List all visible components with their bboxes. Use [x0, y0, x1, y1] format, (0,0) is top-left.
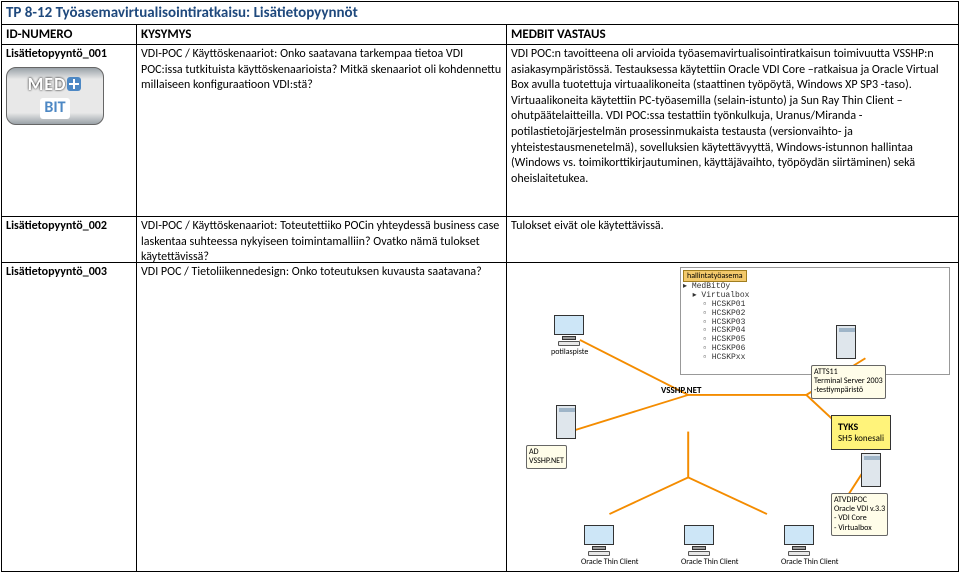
- vsshpnet-label: VSSHP.NET: [661, 385, 701, 397]
- client-label: Oracle Thin Client: [581, 557, 617, 567]
- medbit-logo: MED BIT: [6, 67, 104, 125]
- net-area: potilaspiste AD VSSHP.NET ATTS11 Termina…: [511, 285, 954, 569]
- pc-icon: Oracle Thin Client: [781, 525, 817, 567]
- document-page: TP 8-12 Työasemavirtualisointiratkaisu: …: [1, 1, 959, 572]
- tyks-sub: SH5 konesali: [838, 433, 884, 445]
- header-id: ID-NUMERO: [2, 25, 137, 44]
- header-question: KYSYMYS: [137, 25, 507, 44]
- server-icon: [551, 405, 581, 439]
- client-label: Oracle Thin Client: [781, 557, 817, 567]
- cell-answer: VDI POC:n tavoitteena oli arvioida työas…: [507, 45, 958, 216]
- vdipoc-box: ATVDIPOC Oracle VDI v.3.3 - VDI Core - V…: [831, 493, 888, 536]
- tyks-box: TYKS SH5 konesali: [831, 415, 891, 450]
- cell-question: VDI-POC / Käyttöskenaariot: Onko saatava…: [137, 45, 507, 216]
- cell-answer: hallintatyöasema ▸ MedBitOy ▸ Virtualbox…: [507, 263, 958, 571]
- cell-id: Lisätietopyyntö_002: [2, 217, 137, 262]
- table-header: ID-NUMERO KYSYMYS MEDBIT VASTAUS: [2, 25, 958, 45]
- server-icon: [831, 325, 861, 359]
- cell-question: VDI-POC / Käyttöskenaariot: Toteutettiik…: [137, 217, 507, 262]
- cell-id: Lisätietopyyntö_001 MED BIT: [2, 45, 137, 216]
- network-diagram: hallintatyöasema ▸ MedBitOy ▸ Virtualbox…: [511, 265, 954, 569]
- panel-title: hallintatyöasema: [683, 270, 747, 282]
- pc-icon: Oracle Thin Client: [581, 525, 617, 567]
- cell-question: VDI POC / Tietoliikennedesign: Onko tote…: [137, 263, 507, 571]
- table-row: Lisätietopyyntö_003 VDI POC / Tietoliike…: [2, 263, 958, 571]
- ad-box: AD VSSHP.NET: [526, 445, 567, 469]
- logo-med: MED: [28, 73, 83, 96]
- header-answer: MEDBIT VASTAUS: [507, 25, 958, 44]
- logo-bit: BIT: [40, 98, 69, 119]
- page-title: TP 8-12 Työasemavirtualisointiratkaisu: …: [2, 2, 958, 25]
- pc-icon: potilaspiste: [551, 315, 587, 357]
- cell-answer: Tulokset eivät ole käytettävissä.: [507, 217, 958, 262]
- logo-cross-icon: [67, 77, 81, 91]
- table-row: Lisätietopyyntö_002 VDI-POC / Käyttösken…: [2, 217, 958, 263]
- server-icon: [856, 453, 886, 487]
- pc-icon: Oracle Thin Client: [681, 525, 717, 567]
- table-row: Lisätietopyyntö_001 MED BIT VDI-POC / Kä…: [2, 45, 958, 217]
- cell-id: Lisätietopyyntö_003: [2, 263, 137, 571]
- pc-label: potilaspiste: [551, 347, 587, 357]
- atts11-box: ATTS11 Terminal Server 2003 -testiympäri…: [811, 365, 886, 399]
- tyks-title: TYKS: [838, 420, 884, 433]
- client-label: Oracle Thin Client: [681, 557, 717, 567]
- row-id: Lisätietopyyntö_001: [6, 47, 107, 61]
